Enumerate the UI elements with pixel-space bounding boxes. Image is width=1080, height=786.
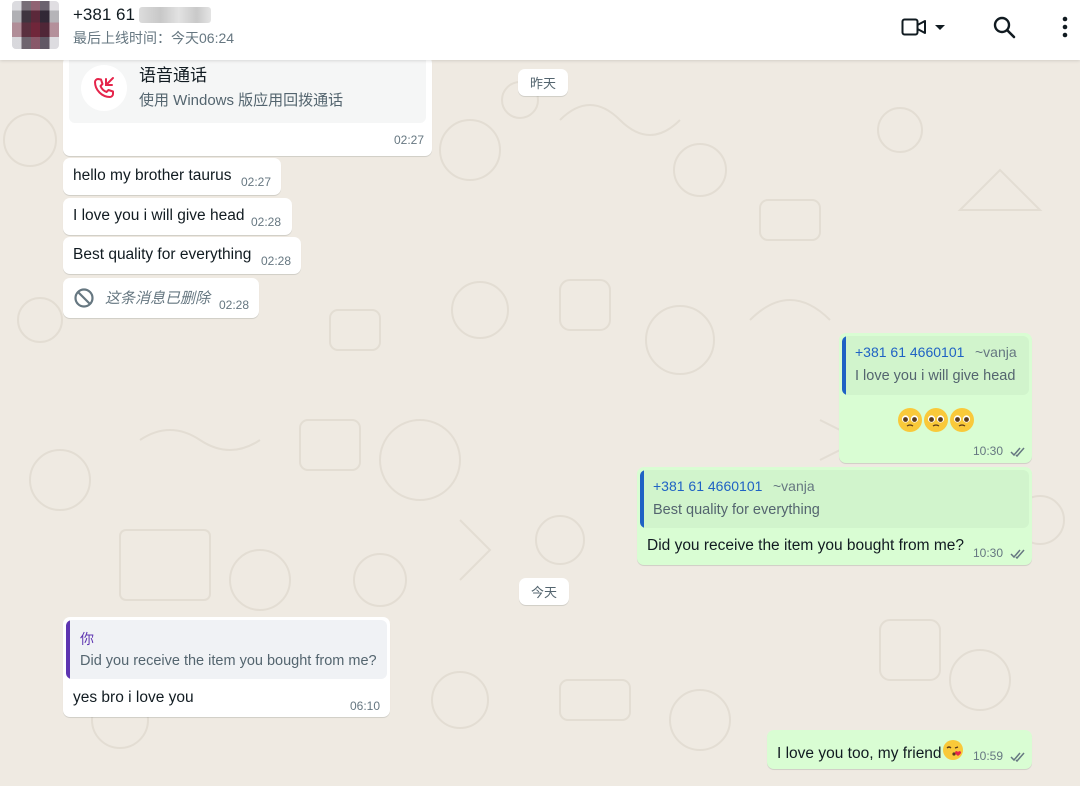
redacted-name-blur xyxy=(139,7,211,23)
read-ticks-icon xyxy=(1010,447,1025,457)
deleted-message-text: 这条消息已删除 xyxy=(105,290,211,307)
message-text: Did you receive the item you bought from… xyxy=(647,537,965,554)
quoted-message[interactable]: +381 61 4660101 ~vanja I love you i will… xyxy=(842,336,1029,395)
quote-alias: ~vanja xyxy=(975,344,1017,360)
quote-text: Did you receive the item you bought from… xyxy=(80,653,377,669)
quoted-message[interactable]: 你 Did you receive the item you bought fr… xyxy=(66,620,387,679)
message-time: 06:10 xyxy=(350,699,381,713)
message-time-text: 10:59 xyxy=(973,749,1004,763)
message-time: 02:27 xyxy=(393,133,424,147)
date-chip-today: 今天 xyxy=(519,578,570,605)
date-chip-label: 今天 xyxy=(531,585,558,600)
message-text: I love you i will give head xyxy=(73,207,245,224)
message-time: 02:28 xyxy=(219,298,250,312)
deleted-message[interactable]: 这条消息已删除 02:28 xyxy=(63,278,259,318)
chevron-down-icon xyxy=(935,25,945,30)
read-ticks-icon xyxy=(1010,752,1025,762)
outgoing-message[interactable]: +381 61 4660101 ~vanja I love you i will… xyxy=(839,333,1032,463)
message-time-text: 10:30 xyxy=(973,444,1004,458)
menu-button[interactable] xyxy=(1052,13,1078,41)
quote-alias: ~vanja xyxy=(773,478,815,494)
blocked-icon xyxy=(74,288,94,308)
contact-avatar[interactable] xyxy=(12,1,59,49)
message-time: 10:30 xyxy=(973,444,1026,458)
incoming-message[interactable]: 你 Did you receive the item you bought fr… xyxy=(63,617,390,717)
message-text: yes bro i love you xyxy=(73,689,194,706)
quote-author: 你 xyxy=(80,631,94,647)
message-text: Best quality for everything xyxy=(73,246,252,263)
quoted-message[interactable]: +381 61 4660101 ~vanja Best quality for … xyxy=(640,470,1029,528)
emoji-row xyxy=(897,407,975,435)
chat-header: +381 61 最后上线时间：今天06:24 xyxy=(0,0,1080,60)
message-time: 02:28 xyxy=(251,215,282,229)
voice-call-card[interactable]: 语音通话 使用 Windows 版应用回拨通话 xyxy=(69,60,426,123)
pleading-face-emoji xyxy=(898,408,922,432)
search-button[interactable] xyxy=(989,13,1019,41)
quote-bar xyxy=(640,470,644,528)
last-seen-status: 最后上线时间：今天06:24 xyxy=(73,30,235,46)
missed-call-icon xyxy=(81,65,127,111)
message-time: 10:59 xyxy=(973,749,1026,763)
date-chip-label: 昨天 xyxy=(530,76,557,91)
incoming-message[interactable]: Best quality for everything 02:28 xyxy=(63,237,301,274)
message-text: hello my brother taurus xyxy=(73,167,232,184)
incoming-message[interactable]: I love you i will give head 02:28 xyxy=(63,198,292,235)
video-call-icon xyxy=(901,18,926,36)
read-ticks-icon xyxy=(1010,549,1025,559)
quote-text: I love you i will give head xyxy=(855,368,1016,384)
search-icon xyxy=(993,16,1016,39)
contact-name[interactable]: +381 61 xyxy=(73,5,135,25)
quote-text: Best quality for everything xyxy=(653,502,820,518)
pleading-face-emoji xyxy=(950,408,974,432)
kissing-face-emoji xyxy=(942,740,963,760)
message-time: 10:30 xyxy=(973,546,1026,560)
outgoing-message[interactable]: +381 61 4660101 ~vanja Best quality for … xyxy=(637,467,1032,565)
pleading-face-emoji xyxy=(924,408,948,432)
outgoing-message[interactable]: I love you too, my friend 10:59 xyxy=(767,730,1032,769)
menu-icon xyxy=(1062,16,1068,38)
call-title: 语音通话 xyxy=(139,66,207,85)
call-subtitle: 使用 Windows 版应用回拨通话 xyxy=(139,92,344,109)
message-text-content: I love you too, my friend xyxy=(777,745,942,762)
video-call-button[interactable] xyxy=(898,13,950,41)
missed-voice-call-message[interactable]: 语音通话 使用 Windows 版应用回拨通话 02:27 xyxy=(63,60,432,156)
incoming-message[interactable]: hello my brother taurus 02:27 xyxy=(63,158,281,195)
message-time: 02:28 xyxy=(261,254,292,268)
message-time: 02:27 xyxy=(241,175,272,189)
quote-bar xyxy=(842,336,846,395)
quote-author: +381 61 4660101 xyxy=(653,478,763,494)
message-text: I love you too, my friend xyxy=(777,739,964,763)
quote-bar xyxy=(66,620,70,679)
chat-area[interactable]: 昨天 语音通话 使用 Windows 版应用回拨通话 02:27 hello m… xyxy=(0,60,1080,786)
quote-author: +381 61 4660101 xyxy=(855,344,965,360)
date-chip-yesterday: 昨天 xyxy=(518,69,569,96)
message-time-text: 10:30 xyxy=(973,546,1004,560)
